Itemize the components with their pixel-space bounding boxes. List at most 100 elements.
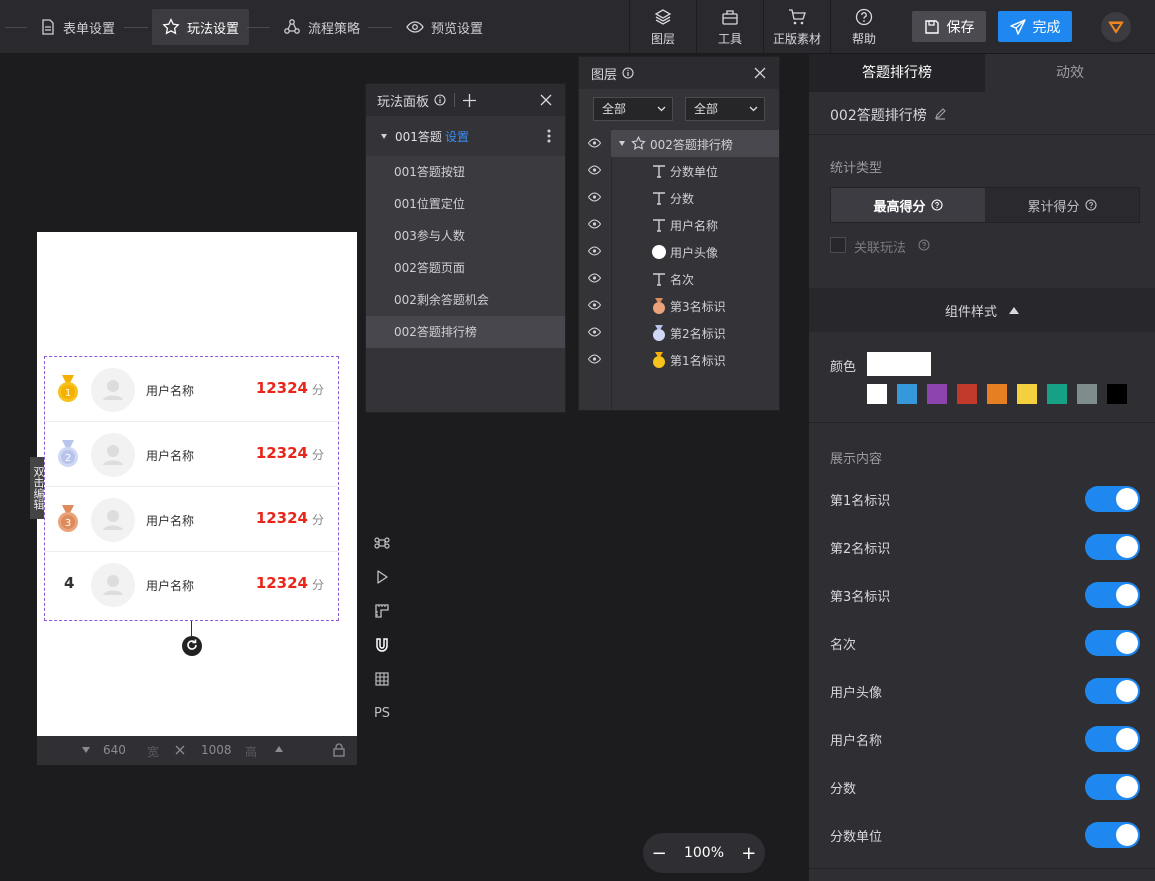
color-swatch-gray[interactable]: [1077, 384, 1097, 404]
ruler-tool[interactable]: [372, 601, 392, 621]
width-input[interactable]: 640: [103, 743, 126, 757]
leaderboard-component[interactable]: 1 用户名称 12324 分 2 用户名称 12324 分 3 用户名称 123…: [44, 356, 339, 621]
gold-medal-icon: [653, 352, 665, 368]
display-toggle[interactable]: [1085, 774, 1140, 800]
tab-animation[interactable]: 动效: [985, 54, 1155, 92]
grid-tool[interactable]: [372, 669, 392, 689]
display-toggle[interactable]: [1085, 534, 1140, 560]
save-icon: [924, 19, 939, 34]
layer-row-root[interactable]: 002答题排行榜: [579, 130, 779, 157]
layer-row[interactable]: 名次: [579, 265, 779, 292]
color-swatch-blue[interactable]: [897, 384, 917, 404]
user-avatar[interactable]: [1101, 12, 1131, 42]
play-tool[interactable]: [372, 567, 392, 587]
command-tool[interactable]: [372, 533, 392, 553]
color-swatch-white[interactable]: [867, 384, 887, 404]
color-swatch-purple[interactable]: [927, 384, 947, 404]
eye-icon[interactable]: [588, 300, 601, 310]
rotate-icon: [187, 639, 197, 650]
height-input[interactable]: 1008: [201, 743, 232, 757]
display-toggle[interactable]: [1085, 726, 1140, 752]
play-item[interactable]: 001位置定位: [366, 188, 565, 220]
edit-icon[interactable]: [934, 107, 947, 120]
add-icon[interactable]: [463, 93, 477, 107]
layer-row[interactable]: 第3名标识: [579, 292, 779, 319]
play-icon: [377, 570, 388, 584]
color-swatch-orange[interactable]: [987, 384, 1007, 404]
eye-icon[interactable]: [588, 165, 601, 175]
component-name: 002答题排行榜: [830, 108, 927, 124]
color-swatch-black[interactable]: [1107, 384, 1127, 404]
eye-icon[interactable]: [588, 327, 601, 337]
save-button[interactable]: 保存: [912, 11, 986, 42]
help-button[interactable]: 帮助: [830, 0, 897, 54]
double-click-edit-tag[interactable]: 双击编辑: [30, 457, 45, 519]
play-group-settings-link[interactable]: 设置: [445, 128, 469, 145]
save-label: 保存: [946, 19, 975, 36]
zoom-in-button[interactable]: +: [741, 843, 756, 864]
caret-down-icon[interactable]: [82, 747, 90, 753]
close-icon[interactable]: [540, 94, 552, 106]
caret-down-icon[interactable]: [619, 141, 625, 146]
play-item-selected[interactable]: 002答题排行榜: [366, 316, 565, 348]
play-item[interactable]: 003参与人数: [366, 220, 565, 252]
eye-icon[interactable]: [588, 138, 601, 148]
step-preview-settings[interactable]: 预览设置: [396, 9, 493, 45]
display-toggle[interactable]: [1085, 822, 1140, 848]
ps-tool[interactable]: PS: [372, 703, 392, 723]
layer-row[interactable]: 用户头像: [579, 238, 779, 265]
done-button[interactable]: 完成: [998, 11, 1072, 42]
info-icon[interactable]: [622, 67, 634, 79]
layer-label: 用户名称: [670, 219, 719, 233]
help-icon[interactable]: [918, 239, 930, 251]
color-swatch-red[interactable]: [957, 384, 977, 404]
step-form-settings[interactable]: 表单设置: [30, 9, 125, 45]
color-swatch-teal[interactable]: [1047, 384, 1067, 404]
close-icon[interactable]: [754, 67, 766, 79]
lock-icon[interactable]: [332, 743, 346, 757]
display-option-row: 用户头像: [830, 676, 1140, 706]
display-toggle[interactable]: [1085, 582, 1140, 608]
layers-tool-button[interactable]: 图层: [629, 0, 696, 54]
play-item[interactable]: 002答题页面: [366, 252, 565, 284]
layer-row[interactable]: 分数单位: [579, 157, 779, 184]
caret-up-icon[interactable]: [275, 746, 283, 752]
eye-icon[interactable]: [588, 273, 601, 283]
stat-option-max[interactable]: 最高得分: [831, 188, 985, 222]
link-play-checkbox[interactable]: [830, 237, 846, 253]
color-preview[interactable]: [867, 352, 931, 376]
magnet-tool[interactable]: [372, 635, 392, 655]
layer-row[interactable]: 分数: [579, 184, 779, 211]
tools-button[interactable]: 工具: [696, 0, 763, 54]
eye-icon[interactable]: [588, 192, 601, 202]
play-item[interactable]: 001答题按钮: [366, 156, 565, 188]
play-group-row[interactable]: 001答题 设置: [366, 116, 565, 156]
layer-row[interactable]: 第2名标识: [579, 319, 779, 346]
eye-icon[interactable]: [588, 246, 601, 256]
layer-filter-select[interactable]: 全部: [593, 97, 673, 121]
eye-icon[interactable]: [588, 219, 601, 229]
step-flow-strategy[interactable]: 流程策略: [273, 9, 370, 45]
more-icon[interactable]: [547, 129, 551, 143]
layer-row[interactable]: 用户名称: [579, 211, 779, 238]
tab-leaderboard[interactable]: 答题排行榜: [809, 54, 985, 92]
zoom-out-button[interactable]: −: [652, 843, 667, 864]
close-icon[interactable]: [175, 745, 185, 755]
eye-icon: [406, 21, 424, 33]
rotate-handle[interactable]: [182, 636, 202, 656]
display-toggle[interactable]: [1085, 630, 1140, 656]
display-toggle[interactable]: [1085, 678, 1140, 704]
layer-panel-header: 图层: [579, 57, 779, 89]
zoom-control: − 100% +: [643, 833, 765, 873]
step-play-settings[interactable]: 玩法设置: [152, 9, 250, 45]
assets-button[interactable]: 正版素材: [763, 0, 830, 54]
layer-filter-select[interactable]: 全部: [685, 97, 765, 121]
style-section-header[interactable]: 组件样式: [809, 288, 1155, 332]
eye-icon[interactable]: [588, 354, 601, 364]
layer-row[interactable]: 第1名标识: [579, 346, 779, 373]
info-icon[interactable]: [434, 94, 446, 106]
display-toggle[interactable]: [1085, 486, 1140, 512]
stat-option-total[interactable]: 累计得分: [985, 188, 1139, 222]
play-item[interactable]: 002剩余答题机会: [366, 284, 565, 316]
color-swatch-yellow[interactable]: [1017, 384, 1037, 404]
